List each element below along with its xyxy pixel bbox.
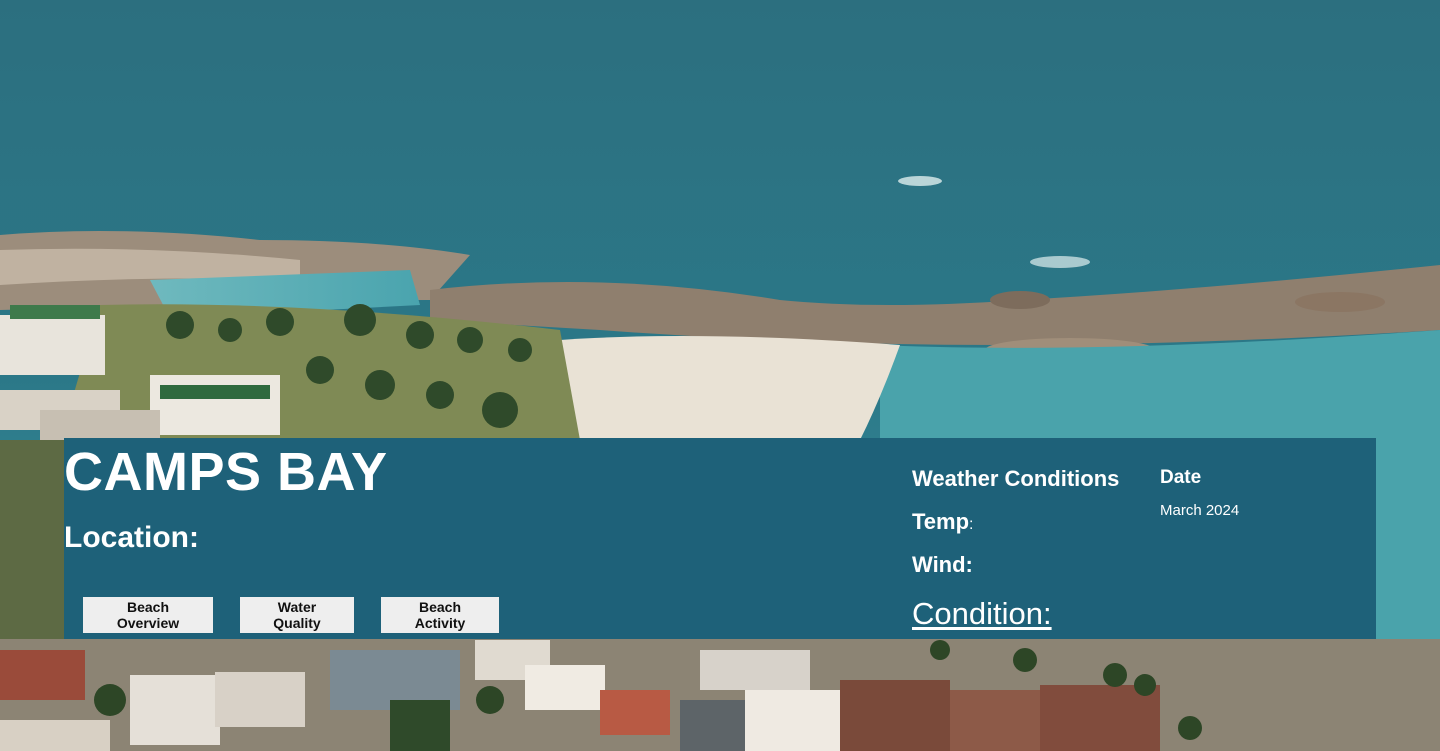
beach-info-panel: CAMPS BAY Location: Beach Overview Water… bbox=[64, 438, 1376, 639]
page-title: CAMPS BAY bbox=[64, 442, 388, 502]
wind-label: Wind: bbox=[912, 552, 973, 577]
condition-label: Condition: bbox=[912, 596, 1052, 631]
date-value: March 2024 bbox=[1160, 502, 1240, 519]
temp-label-text: Temp bbox=[912, 509, 970, 534]
water-quality-button[interactable]: Water Quality bbox=[240, 597, 354, 633]
date-label: Date bbox=[1160, 467, 1202, 488]
weather-conditions-heading: Weather Conditions bbox=[912, 466, 1120, 491]
temp-label: Temp: bbox=[912, 509, 974, 535]
temp-label-colon: : bbox=[969, 516, 974, 533]
location-label: Location: bbox=[64, 521, 199, 554]
beach-overview-button[interactable]: Beach Overview bbox=[83, 597, 213, 633]
beach-activity-button[interactable]: Beach Activity bbox=[381, 597, 499, 633]
